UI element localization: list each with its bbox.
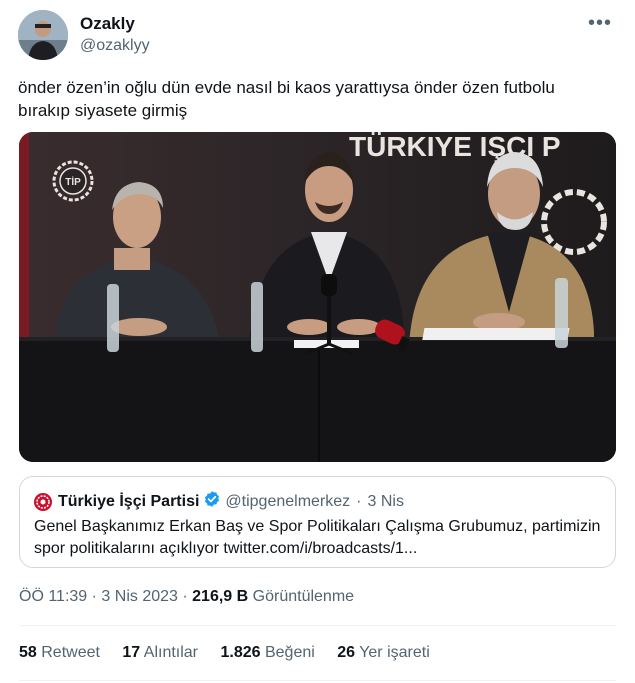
quoted-tweet-text: Genel Başkanımız Erkan Baş ve Spor Polit… [34,516,609,560]
quoted-text-line: spor politikalarını açıklıyor twitter.co… [34,540,418,557]
author-display-name[interactable]: Ozakly [80,14,135,34]
quoted-tweet-header: Türkiye İşçi Partisi @tipgenelmerkez · 3… [34,490,404,513]
like-count: 1.826 [220,644,261,661]
quoted-handle[interactable]: @tipgenelmerkez [225,493,350,511]
engagement-stats: 58 Retweet 17 Alıntılar 1.826 Beğeni 26 … [19,644,448,662]
retweet-label: Retweet [41,644,100,661]
separator-dot: · [356,492,362,510]
tweet-date[interactable]: 3 Nis 2023 [101,588,178,605]
divider [19,625,616,626]
quoted-avatar-icon[interactable] [34,492,52,511]
view-label: Görüntülenme [252,588,355,605]
separator-dot: · [182,588,188,605]
author-avatar[interactable] [18,10,68,60]
likes-stat[interactable]: 1.826 Beğeni [220,644,314,661]
tweet-meta: ÖÖ 11:39 · 3 Nis 2023 · 216,9 B Görüntül… [19,588,354,606]
view-count: 216,9 B [192,588,249,605]
tweet-text-line: önder özen’in oğlu dün evde nasıl bi kao… [18,78,555,97]
tweet-text: önder özen’in oğlu dün evde nasıl bi kao… [18,76,618,122]
tweet-header: Ozakly @ozaklyy ••• [18,10,618,62]
quotes-stat[interactable]: 17 Alıntılar [122,644,198,661]
tip-logo: TİP [52,160,94,202]
author-handle[interactable]: @ozaklyy [80,37,150,55]
bookmarks-stat[interactable]: 26 Yer işareti [337,644,430,661]
more-options-icon[interactable]: ••• [588,12,612,35]
bookmark-count: 26 [337,644,356,661]
verified-badge-icon [203,490,221,513]
like-label: Beğeni [264,644,315,661]
tweet-text-line: bırakıp siyasete girmiş [18,101,188,120]
quoted-display-name[interactable]: Türkiye İşçi Partisi [58,493,199,511]
quoted-tweet[interactable]: Türkiye İşçi Partisi @tipgenelmerkez · 3… [19,476,616,568]
retweet-count: 58 [19,644,37,661]
quote-label: Alıntılar [143,644,199,661]
svg-text:TİP: TİP [65,175,81,188]
tweet-time[interactable]: ÖÖ 11:39 [19,588,87,605]
tweet-video[interactable]: TÜRKIYE IŞÇI P TİP [19,132,616,462]
quoted-date[interactable]: 3 Nis [367,493,403,511]
separator-dot: · [91,588,97,605]
quote-count: 17 [122,644,141,661]
quoted-text-line: Genel Başkanımız Erkan Baş ve Spor Polit… [34,518,601,535]
bookmark-label: Yer işareti [359,644,430,661]
divider [19,680,616,681]
retweets-stat[interactable]: 58 Retweet [19,644,100,661]
